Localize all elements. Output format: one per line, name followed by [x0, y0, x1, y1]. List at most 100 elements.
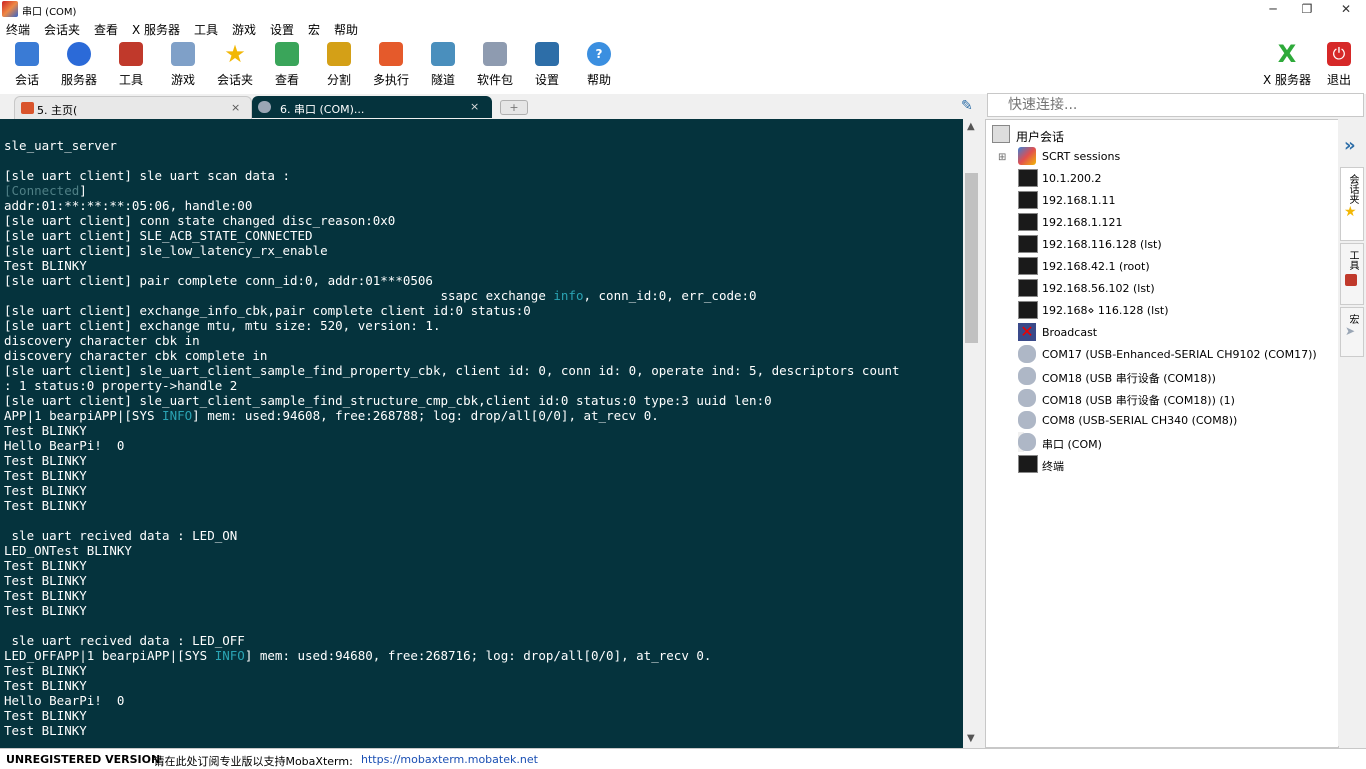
- status-bar: UNREGISTERED VERSION - 请在此处订阅专业版以支持MobaX…: [0, 748, 1366, 769]
- side-tab-macros[interactable]: 宏 ➤: [1340, 307, 1364, 357]
- toolbar-games-button[interactable]: 游戏: [157, 42, 209, 88]
- toolbar-session-button[interactable]: 会话: [1, 42, 53, 88]
- toolbar-packages-button[interactable]: 软件包: [469, 42, 521, 88]
- folder-icon: [1018, 147, 1036, 165]
- tab-close-button[interactable]: ×: [470, 100, 479, 113]
- side-tab-label: 会话夹: [1347, 174, 1358, 204]
- terminal-text: sle uart recived data : LED_ON: [4, 528, 238, 543]
- toolbar: 会话 服务器 工具 游戏 ★ 会话夹 查看 分割 多执行 隧道 软件包 设置 ? 帮…: [0, 38, 1366, 94]
- terminal-text: LED_OFFAPP|1 bearpiAPP|[SYS: [4, 648, 215, 663]
- home-icon: [21, 102, 34, 114]
- scroll-down-arrow[interactable]: ▼: [967, 733, 975, 744]
- mobaxterm-link[interactable]: https://mobaxterm.mobatek.net: [361, 753, 538, 766]
- side-tab-tools[interactable]: 工具: [1340, 243, 1364, 305]
- terminal-line: ssapc exchange info, conn_id:0, err_code…: [4, 288, 757, 303]
- terminal-icon: [1018, 301, 1038, 319]
- star-icon: ★: [224, 40, 246, 68]
- toolbar-help-button[interactable]: ? 帮助: [573, 42, 625, 88]
- toolbar-xserver-button[interactable]: X X 服务器: [1261, 42, 1313, 88]
- terminal-line: LED_ONTest BLINKY: [4, 543, 132, 558]
- menu-view[interactable]: 查看: [94, 21, 118, 38]
- session-item[interactable]: 串口 (COM): [1018, 432, 1102, 452]
- tab-serial-com[interactable]: 6. 串口 (COM)... ×: [252, 96, 492, 118]
- terminal-text: Test BLINKY: [4, 258, 87, 273]
- view-icon: [275, 42, 299, 66]
- toolbar-favorites-button[interactable]: ★ 会话夹: [209, 42, 261, 88]
- toolbar-label: 会话夹: [216, 73, 253, 87]
- packages-icon: [483, 42, 507, 66]
- menu-bar: 终端 会话夹 查看 X 服务器 工具 游戏 设置 宏 帮助: [0, 18, 1366, 38]
- terminal-text: [sle uart client] pair complete conn_id:…: [4, 273, 433, 288]
- terminal-output[interactable]: sle_uart_server [sle uart client] sle uar…: [0, 119, 963, 748]
- menu-help[interactable]: 帮助: [334, 21, 358, 38]
- help-icon: ?: [587, 42, 611, 66]
- app-icon[interactable]: [2, 1, 18, 17]
- menu-tools[interactable]: 工具: [194, 21, 218, 38]
- terminal-text: Test BLINKY: [4, 468, 87, 483]
- close-button[interactable]: ✕: [1326, 0, 1366, 18]
- terminal-text: [sle uart client] conn state changed dis…: [4, 213, 396, 228]
- menu-terminal[interactable]: 终端: [6, 21, 30, 38]
- toolbar-split-button[interactable]: 分割: [313, 42, 365, 88]
- menu-macros[interactable]: 宏: [308, 21, 320, 38]
- toolbar-label: 服务器: [60, 73, 97, 87]
- toolbar-tools-button[interactable]: 工具: [105, 42, 157, 88]
- toolbar-tunnel-button[interactable]: 隧道: [417, 42, 469, 88]
- terminal-line: [sle uart client] sle_uart_client_sample…: [4, 363, 900, 378]
- side-tab-favorites[interactable]: 会话夹 ★: [1340, 167, 1364, 241]
- session-label: COM18 (USB 串行设备 (COM18)): [1042, 372, 1216, 385]
- session-label: 10.1.200.2: [1042, 172, 1102, 185]
- xserver-icon: X: [1277, 40, 1297, 68]
- terminal-line: : 1 status:0 property->handle 2: [4, 378, 237, 393]
- maximize-button[interactable]: ❐: [1290, 0, 1324, 18]
- terminal-text: ] mem: used:94608, free:268788; log: dro…: [192, 408, 659, 423]
- terminal-line: discovery character cbk complete in: [4, 348, 267, 363]
- serial-port-icon: [1018, 433, 1036, 451]
- terminal-text: ]: [79, 183, 87, 198]
- terminal-line: Test BLINKY: [4, 723, 87, 738]
- scroll-up-arrow[interactable]: ▲: [967, 121, 975, 132]
- session-label: 192.168.116.128 (lst): [1042, 238, 1162, 251]
- status-message: - 请在此处订阅专业版以支持MobaXterm:: [146, 755, 353, 768]
- toolbar-servers-button[interactable]: 服务器: [53, 42, 105, 88]
- menu-sessions[interactable]: 会话夹: [44, 21, 80, 38]
- terminal-line: Test BLINKY: [4, 573, 87, 588]
- quick-connect-input[interactable]: [988, 94, 1350, 116]
- terminal-text: Test BLINKY: [4, 558, 87, 573]
- tools-icon: [1345, 274, 1357, 286]
- quick-connect-box[interactable]: [987, 93, 1364, 117]
- tab-label: 5. 主页(: [37, 104, 78, 117]
- tree-expander-icon[interactable]: ⊞: [998, 152, 1006, 163]
- window-title: 串口 (COM): [22, 7, 77, 18]
- terminal-line: addr:01:**:**:**:05:06, handle:00: [4, 198, 252, 213]
- terminal-line: Test BLINKY: [4, 588, 87, 603]
- collapse-sidebar-arrow[interactable]: »: [1344, 135, 1356, 156]
- tab-close-button[interactable]: ×: [231, 101, 240, 114]
- terminal-text: [sle uart client] sle_uart_client_sample…: [4, 393, 772, 408]
- terminal-scrollbar[interactable]: ▲ ▼: [963, 119, 980, 748]
- minimize-button[interactable]: ─: [1256, 0, 1290, 18]
- terminal-text: [sle uart client] sle uart scan data :: [4, 168, 290, 183]
- send-icon: ➤: [1345, 324, 1356, 338]
- terminal-text: Connected: [11, 183, 80, 198]
- toolbar-multiexec-button[interactable]: 多执行: [365, 42, 417, 88]
- toolbar-label: 隧道: [430, 73, 455, 87]
- side-tabs: » 会话夹 ★ 工具 宏 ➤: [1338, 119, 1366, 746]
- session-tree: 用户会话 ⊞ SCRT sessions 10.1.200.2 192.168.1…: [985, 119, 1339, 748]
- toolbar-view-button[interactable]: 查看: [261, 42, 313, 88]
- attach-icon[interactable]: ✎: [961, 98, 977, 114]
- menu-settings[interactable]: 设置: [270, 21, 294, 38]
- tab-home[interactable]: 5. 主页( ×: [14, 96, 252, 119]
- terminal-text: : 1 status:0 property->handle 2: [4, 378, 238, 393]
- terminal-line: [sle uart client] exchange mtu, mtu size…: [4, 318, 441, 333]
- terminal-line: Test BLINKY: [4, 258, 87, 273]
- terminal-text: Test BLINKY: [4, 663, 87, 678]
- terminal-text: , conn_id:0, err_code:0: [583, 288, 757, 303]
- scrollbar-thumb[interactable]: [965, 173, 978, 343]
- toolbar-exit-button[interactable]: ⏻ 退出: [1313, 42, 1365, 88]
- toolbar-settings-button[interactable]: 设置: [521, 42, 573, 88]
- new-tab-button[interactable]: +: [500, 100, 528, 115]
- menu-xserver[interactable]: X 服务器: [132, 21, 180, 38]
- terminal-line: [sle uart client] pair complete conn_id:…: [4, 273, 433, 288]
- menu-games[interactable]: 游戏: [232, 21, 256, 38]
